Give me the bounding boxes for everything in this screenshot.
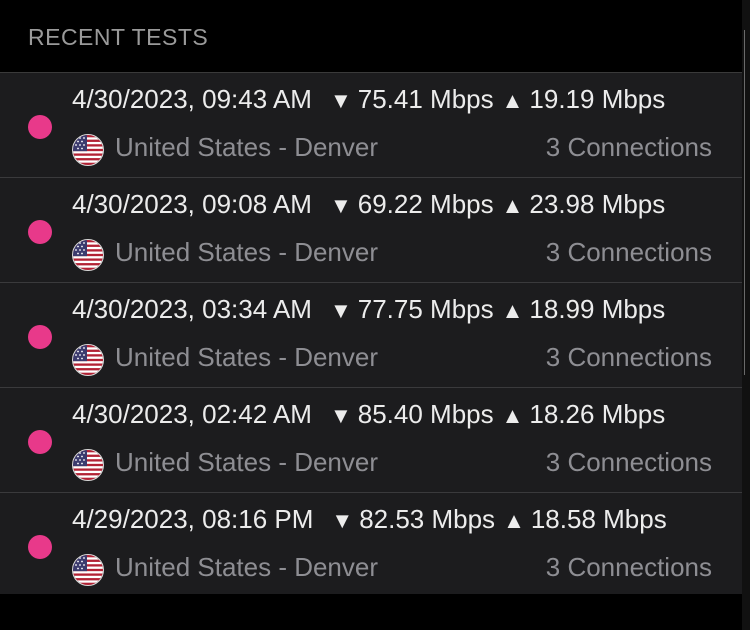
up-triangle-icon: ▲ xyxy=(501,403,524,428)
down-triangle-icon: ▼ xyxy=(331,508,354,533)
server-location: United States - Denver xyxy=(115,342,379,372)
server-location: United States - Denver xyxy=(115,132,379,162)
status-dot xyxy=(28,325,52,349)
recent-tests-header: RECENT TESTS xyxy=(0,0,742,73)
server-location: United States - Denver xyxy=(115,552,379,582)
status-dot xyxy=(28,535,52,559)
connections-count: 3 Connections xyxy=(545,447,712,477)
connections-count: 3 Connections xyxy=(545,132,712,162)
connections-count: 3 Connections xyxy=(545,552,712,582)
server-location: United States - Denver xyxy=(115,237,379,267)
up-triangle-icon: ▲ xyxy=(501,193,524,218)
download-speed: 82.53 Mbps xyxy=(359,504,496,534)
down-triangle-icon: ▼ xyxy=(329,88,352,113)
upload-speed: 18.26 Mbps xyxy=(529,399,666,429)
test-result-row[interactable]: 4/30/2023, 02:42 AM ▼ 85.40 Mbps ▲ 18.26 Mbp… xyxy=(0,388,742,493)
test-datetime: 4/30/2023, 09:43 AM xyxy=(72,84,312,114)
test-summary: 4/30/2023, 09:43 AM ▼ 75.41 Mbps ▲ 19.19 Mbp… xyxy=(72,84,712,118)
down-triangle-icon: ▼ xyxy=(329,193,352,218)
download-speed: 75.41 Mbps xyxy=(357,84,494,114)
us-flag-icon xyxy=(72,239,104,271)
test-result-row[interactable]: 4/30/2023, 09:08 AM ▼ 69.22 Mbps ▲ 23.98 Mbp… xyxy=(0,178,742,283)
us-flag-icon xyxy=(72,134,104,166)
section-title: RECENT TESTS xyxy=(28,24,209,50)
test-summary: 4/30/2023, 02:42 AM ▼ 85.40 Mbps ▲ 18.26 Mbp… xyxy=(72,399,712,433)
upload-speed: 23.98 Mbps xyxy=(529,189,666,219)
status-dot xyxy=(28,220,52,244)
connections-count: 3 Connections xyxy=(545,342,712,372)
bottom-area xyxy=(0,594,742,630)
us-flag-icon xyxy=(72,449,104,481)
test-datetime: 4/30/2023, 09:08 AM xyxy=(72,189,312,219)
upload-speed: 18.58 Mbps xyxy=(530,504,667,534)
test-summary: 4/30/2023, 09:08 AM ▼ 69.22 Mbps ▲ 23.98 Mbp… xyxy=(72,189,712,223)
test-result-row[interactable]: 4/30/2023, 09:43 AM ▼ 75.41 Mbps ▲ 19.19 Mbp… xyxy=(0,73,742,178)
test-summary: 4/30/2023, 03:34 AM ▼ 77.75 Mbps ▲ 18.99 Mbp… xyxy=(72,294,712,328)
up-triangle-icon: ▲ xyxy=(503,508,525,533)
status-dot xyxy=(28,430,52,454)
download-speed: 85.40 Mbps xyxy=(357,399,494,429)
status-dot xyxy=(28,115,52,139)
us-flag-icon xyxy=(72,344,104,376)
down-triangle-icon: ▼ xyxy=(329,298,352,323)
test-datetime: 4/29/2023, 08:16 PM xyxy=(72,504,314,534)
connections-count: 3 Connections xyxy=(545,237,712,267)
test-result-row[interactable]: 4/30/2023, 03:34 AM ▼ 77.75 Mbps ▲ 18.99 Mbp… xyxy=(0,283,742,388)
test-result-row[interactable]: 4/29/2023, 08:16 PM ▼ 82.53 Mbps ▲ 18.58 Mbp… xyxy=(0,493,742,597)
test-summary: 4/29/2023, 08:16 PM ▼ 82.53 Mbps ▲ 18.58 Mbp… xyxy=(72,504,712,538)
server-location: United States - Denver xyxy=(115,447,379,477)
scrollbar[interactable] xyxy=(744,30,745,375)
download-speed: 69.22 Mbps xyxy=(357,189,494,219)
down-triangle-icon: ▼ xyxy=(329,403,352,428)
recent-tests-panel: RECENT TESTS 4/30/2023, 09:43 AM ▼ 75.41 M… xyxy=(0,0,750,630)
up-triangle-icon: ▲ xyxy=(501,88,524,113)
upload-speed: 18.99 Mbps xyxy=(529,294,666,324)
up-triangle-icon: ▲ xyxy=(501,298,524,323)
test-history-list: 4/30/2023, 09:43 AM ▼ 75.41 Mbps ▲ 19.19 Mbp… xyxy=(0,73,742,597)
test-datetime: 4/30/2023, 03:34 AM xyxy=(72,294,312,324)
upload-speed: 19.19 Mbps xyxy=(529,84,666,114)
test-datetime: 4/30/2023, 02:42 AM xyxy=(72,399,312,429)
us-flag-icon xyxy=(72,554,104,586)
download-speed: 77.75 Mbps xyxy=(357,294,494,324)
